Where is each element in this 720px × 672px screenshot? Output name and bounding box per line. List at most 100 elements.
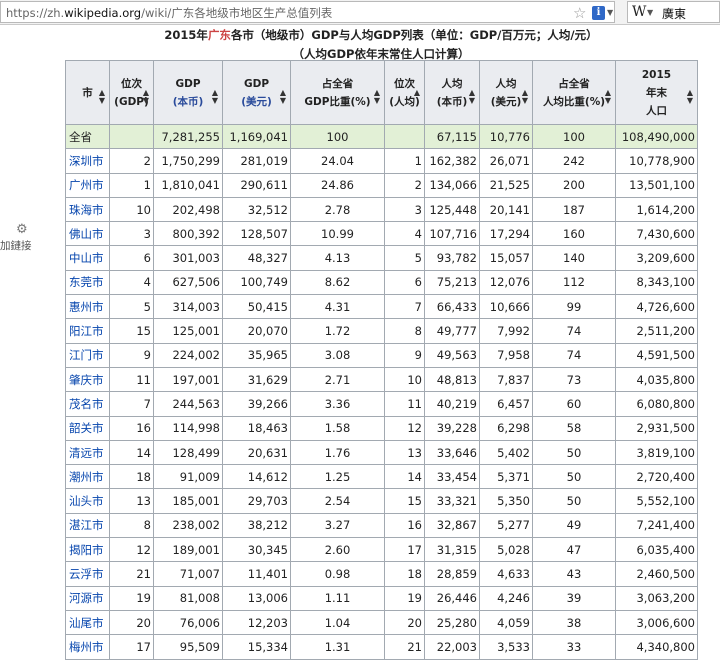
cell-per-capita-usd: 12,076 — [479, 269, 533, 296]
cell-rank-gdp: 4 — [109, 269, 154, 296]
cell-share-per-capita: 33 — [532, 634, 616, 660]
header-population[interactable]: 2015 年末 人口 ▲ ▼ — [615, 60, 698, 125]
chevron-down-icon[interactable]: ▼ — [607, 8, 613, 17]
sort-icon[interactable]: ▲ ▼ — [522, 89, 528, 105]
table-row: 佛山市 3 800,392 128,507 10.99 4 107,716 17,294 160… — [65, 221, 698, 247]
cell-gdp-usd: 48,327 — [222, 245, 291, 271]
info-icon[interactable]: i — [592, 6, 605, 20]
city-link[interactable]: 汕尾市 — [69, 616, 104, 630]
city-link[interactable]: 佛山市 — [69, 227, 104, 241]
cell-gdp-local: 627,506 — [153, 269, 223, 296]
cell-city-link: 云浮市 — [65, 561, 110, 587]
header-rank-gdp[interactable]: 位次 (GDP) ▲ ▼ — [109, 60, 154, 125]
cell-share-gdp: 1.25 — [290, 464, 385, 490]
city-link[interactable]: 深圳市 — [69, 154, 104, 168]
table-row: 阳江市 15 125,001 20,070 1.72 8 49,777 7,992 74 2,51… — [65, 318, 698, 344]
cell-population: 4,726,600 — [615, 294, 698, 320]
sort-icon[interactable]: ▲ ▼ — [99, 89, 105, 105]
search-engine-dropdown-icon[interactable]: ▼ — [647, 8, 653, 17]
cell-gdp-usd: 32,512 — [222, 196, 291, 223]
cell-share-gdp: 1.04 — [290, 609, 385, 636]
cell-share-per-capita: 74 — [532, 342, 616, 368]
header-per-capita-usd[interactable]: 人均 (美元) ▲ ▼ — [479, 60, 533, 125]
table-row: 汕尾市 20 76,006 12,203 1.04 20 25,280 4,059 38 3,00… — [65, 609, 698, 636]
address-bar[interactable]: https://zh.wikipedia.org/wiki/广东各地级市地区生产… — [0, 1, 615, 23]
cell-gdp-local: 189,001 — [153, 537, 223, 563]
city-link[interactable]: 肇庆市 — [69, 373, 104, 387]
cell-per-capita-usd: 4,246 — [479, 585, 533, 611]
city-link[interactable]: 河源市 — [69, 591, 104, 605]
header-share-gdp[interactable]: 占全省 GDP比重(%) ▲ ▼ — [290, 60, 385, 125]
cell-share-gdp: 4.31 — [290, 294, 385, 320]
cell-city-link: 珠海市 — [65, 196, 110, 223]
header-row: 市 ▲ ▼ 位次 (GDP) ▲ ▼ GDP (本币) ▲ ▼ GDP (美元) ▲ ▼ 占全省 GDP… — [65, 60, 698, 125]
wikipedia-search-engine-icon[interactable]: W — [632, 4, 646, 20]
search-input[interactable]: 廣東 — [662, 5, 686, 22]
sort-icon[interactable]: ▲ ▼ — [469, 89, 475, 105]
total-gdp-usd: 1,169,041 — [222, 123, 291, 150]
city-link[interactable]: 湛江市 — [69, 518, 104, 532]
city-link[interactable]: 清远市 — [69, 446, 104, 460]
header-city[interactable]: 市 ▲ ▼ — [65, 60, 110, 125]
sort-icon[interactable]: ▲ ▼ — [374, 89, 380, 105]
cell-share-per-capita: 38 — [532, 609, 616, 636]
city-link[interactable]: 惠州市 — [69, 300, 104, 314]
city-link[interactable]: 揭阳市 — [69, 543, 104, 557]
city-link[interactable]: 梅州市 — [69, 640, 104, 654]
table-row: 梅州市 17 95,509 15,334 1.31 21 22,003 3,533 33 4,34… — [65, 634, 698, 660]
city-link[interactable]: 江门市 — [69, 348, 104, 362]
cell-gdp-local: 128,499 — [153, 439, 223, 466]
cell-share-per-capita: 39 — [532, 585, 616, 611]
cell-population: 2,460,500 — [615, 561, 698, 587]
city-link[interactable]: 珠海市 — [69, 203, 104, 217]
city-link[interactable]: 潮州市 — [69, 470, 104, 484]
table-row: 中山市 6 301,003 48,327 4.13 5 93,782 15,057 140 3,2… — [65, 245, 698, 271]
city-link[interactable]: 云浮市 — [69, 567, 104, 581]
cell-population: 10,778,900 — [615, 148, 698, 174]
total-per-capita-local: 67,115 — [424, 123, 480, 150]
header-share-per-capita[interactable]: 占全省 人均比重(%) ▲ ▼ — [532, 60, 616, 125]
bookmark-star-icon[interactable]: ☆ — [573, 4, 586, 22]
city-link[interactable]: 阳江市 — [69, 324, 104, 338]
cell-share-gdp: 0.98 — [290, 561, 385, 587]
sort-icon[interactable]: ▲ ▼ — [687, 89, 693, 105]
cell-gdp-usd: 50,415 — [222, 294, 291, 320]
header-gdp-usd[interactable]: GDP (美元) ▲ ▼ — [222, 60, 291, 125]
cell-gdp-local: 1,750,299 — [153, 148, 223, 174]
header-rank-per-capita[interactable]: 位次 (人均) ▲ — [384, 60, 425, 125]
cell-per-capita-usd: 15,057 — [479, 245, 533, 271]
header-per-capita-local[interactable]: 人均 (本币) ▲ ▼ — [424, 60, 480, 125]
cell-per-capita-local: 33,321 — [424, 488, 480, 514]
city-link[interactable]: 韶关市 — [69, 421, 104, 435]
cell-population: 7,241,400 — [615, 512, 698, 539]
city-link[interactable]: 东莞市 — [69, 275, 104, 289]
cell-city-link: 广州市 — [65, 172, 110, 198]
city-link[interactable]: 广州市 — [69, 178, 104, 192]
cell-rank-gdp: 13 — [109, 488, 154, 514]
sort-icon[interactable]: ▲ ▼ — [605, 89, 611, 105]
header-gdp-local[interactable]: GDP (本币) ▲ ▼ — [153, 60, 223, 125]
gear-icon[interactable]: ⚙ — [16, 222, 28, 237]
city-link[interactable]: 中山市 — [69, 251, 104, 265]
address-url[interactable]: https://zh.wikipedia.org/wiki/广东各地级市地区生产… — [6, 5, 332, 21]
sort-icon[interactable]: ▲ ▼ — [212, 89, 218, 105]
sort-icon[interactable]: ▲ — [414, 89, 420, 97]
cell-per-capita-local: 107,716 — [424, 221, 480, 247]
sidebar-add-links[interactable]: 加鏈接 — [0, 238, 32, 253]
cell-rank-gdp: 3 — [109, 221, 154, 247]
search-box[interactable]: W ▼ 廣東 — [627, 1, 720, 23]
cell-per-capita-usd: 5,350 — [479, 488, 533, 514]
cell-gdp-local: 114,998 — [153, 415, 223, 441]
cell-population: 1,614,200 — [615, 196, 698, 223]
total-gdp-local: 7,281,255 — [153, 123, 223, 150]
city-link[interactable]: 汕头市 — [69, 494, 104, 508]
sort-icon[interactable]: ▲ ▼ — [143, 89, 149, 105]
city-link[interactable]: 茂名市 — [69, 397, 104, 411]
sort-icon[interactable]: ▲ ▼ — [280, 89, 286, 105]
table-caption: 2015年广东各市（地级市）GDP与人均GDP列表（单位：GDP/百万元；人均/… — [164, 28, 598, 61]
cell-city-link: 中山市 — [65, 245, 110, 271]
cell-city-link: 茂名市 — [65, 391, 110, 417]
cell-rank-gdp: 5 — [109, 294, 154, 320]
cell-per-capita-usd: 4,059 — [479, 609, 533, 636]
cell-population: 4,591,500 — [615, 342, 698, 368]
